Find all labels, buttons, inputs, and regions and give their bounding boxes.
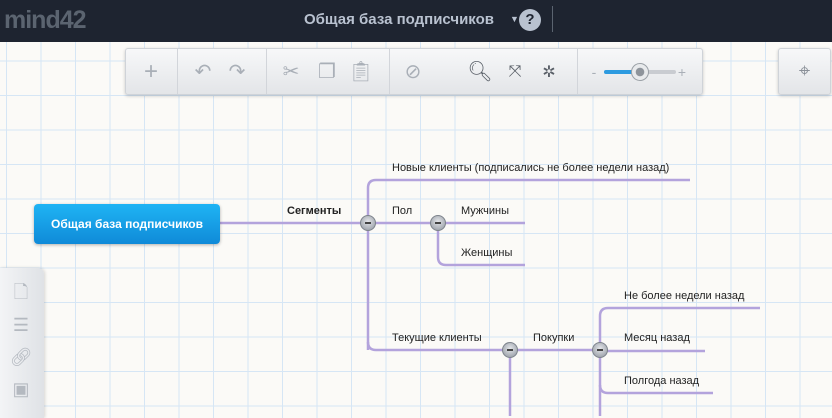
link-icon[interactable]: 🔗︎	[10, 346, 33, 368]
collapse-purchases-button[interactable]	[592, 342, 608, 358]
image-icon[interactable]: ▣	[10, 378, 32, 400]
root-node[interactable]: Общая база подписчиков	[34, 204, 220, 244]
note-icon[interactable]: 🗋	[10, 282, 32, 306]
node-halfyear[interactable]: Полгода назад	[624, 375, 699, 387]
side-panel: 🗋 ☰ 🔗︎ ▣	[0, 268, 44, 418]
collapse-current-clients-button[interactable]	[502, 342, 518, 358]
node-women[interactable]: Женщины	[461, 247, 512, 259]
node-month[interactable]: Месяц назад	[624, 332, 690, 344]
list-icon[interactable]: ☰	[10, 314, 32, 336]
node-purchases[interactable]: Покупки	[533, 332, 574, 344]
node-gender[interactable]: Пол	[392, 205, 412, 217]
node-new-clients[interactable]: Новые клиенты (подписались не более неде…	[392, 162, 669, 174]
node-current-clients[interactable]: Текущие клиенты	[392, 332, 482, 344]
connector-new-clients	[366, 178, 690, 350]
collapse-gender-button[interactable]	[430, 215, 446, 231]
node-segments[interactable]: Сегменты	[287, 205, 341, 217]
node-week[interactable]: Не более недели назад	[624, 290, 744, 302]
node-men[interactable]: Мужчины	[461, 205, 509, 217]
connector-week	[598, 306, 760, 416]
collapse-segments-button[interactable]	[360, 215, 376, 231]
